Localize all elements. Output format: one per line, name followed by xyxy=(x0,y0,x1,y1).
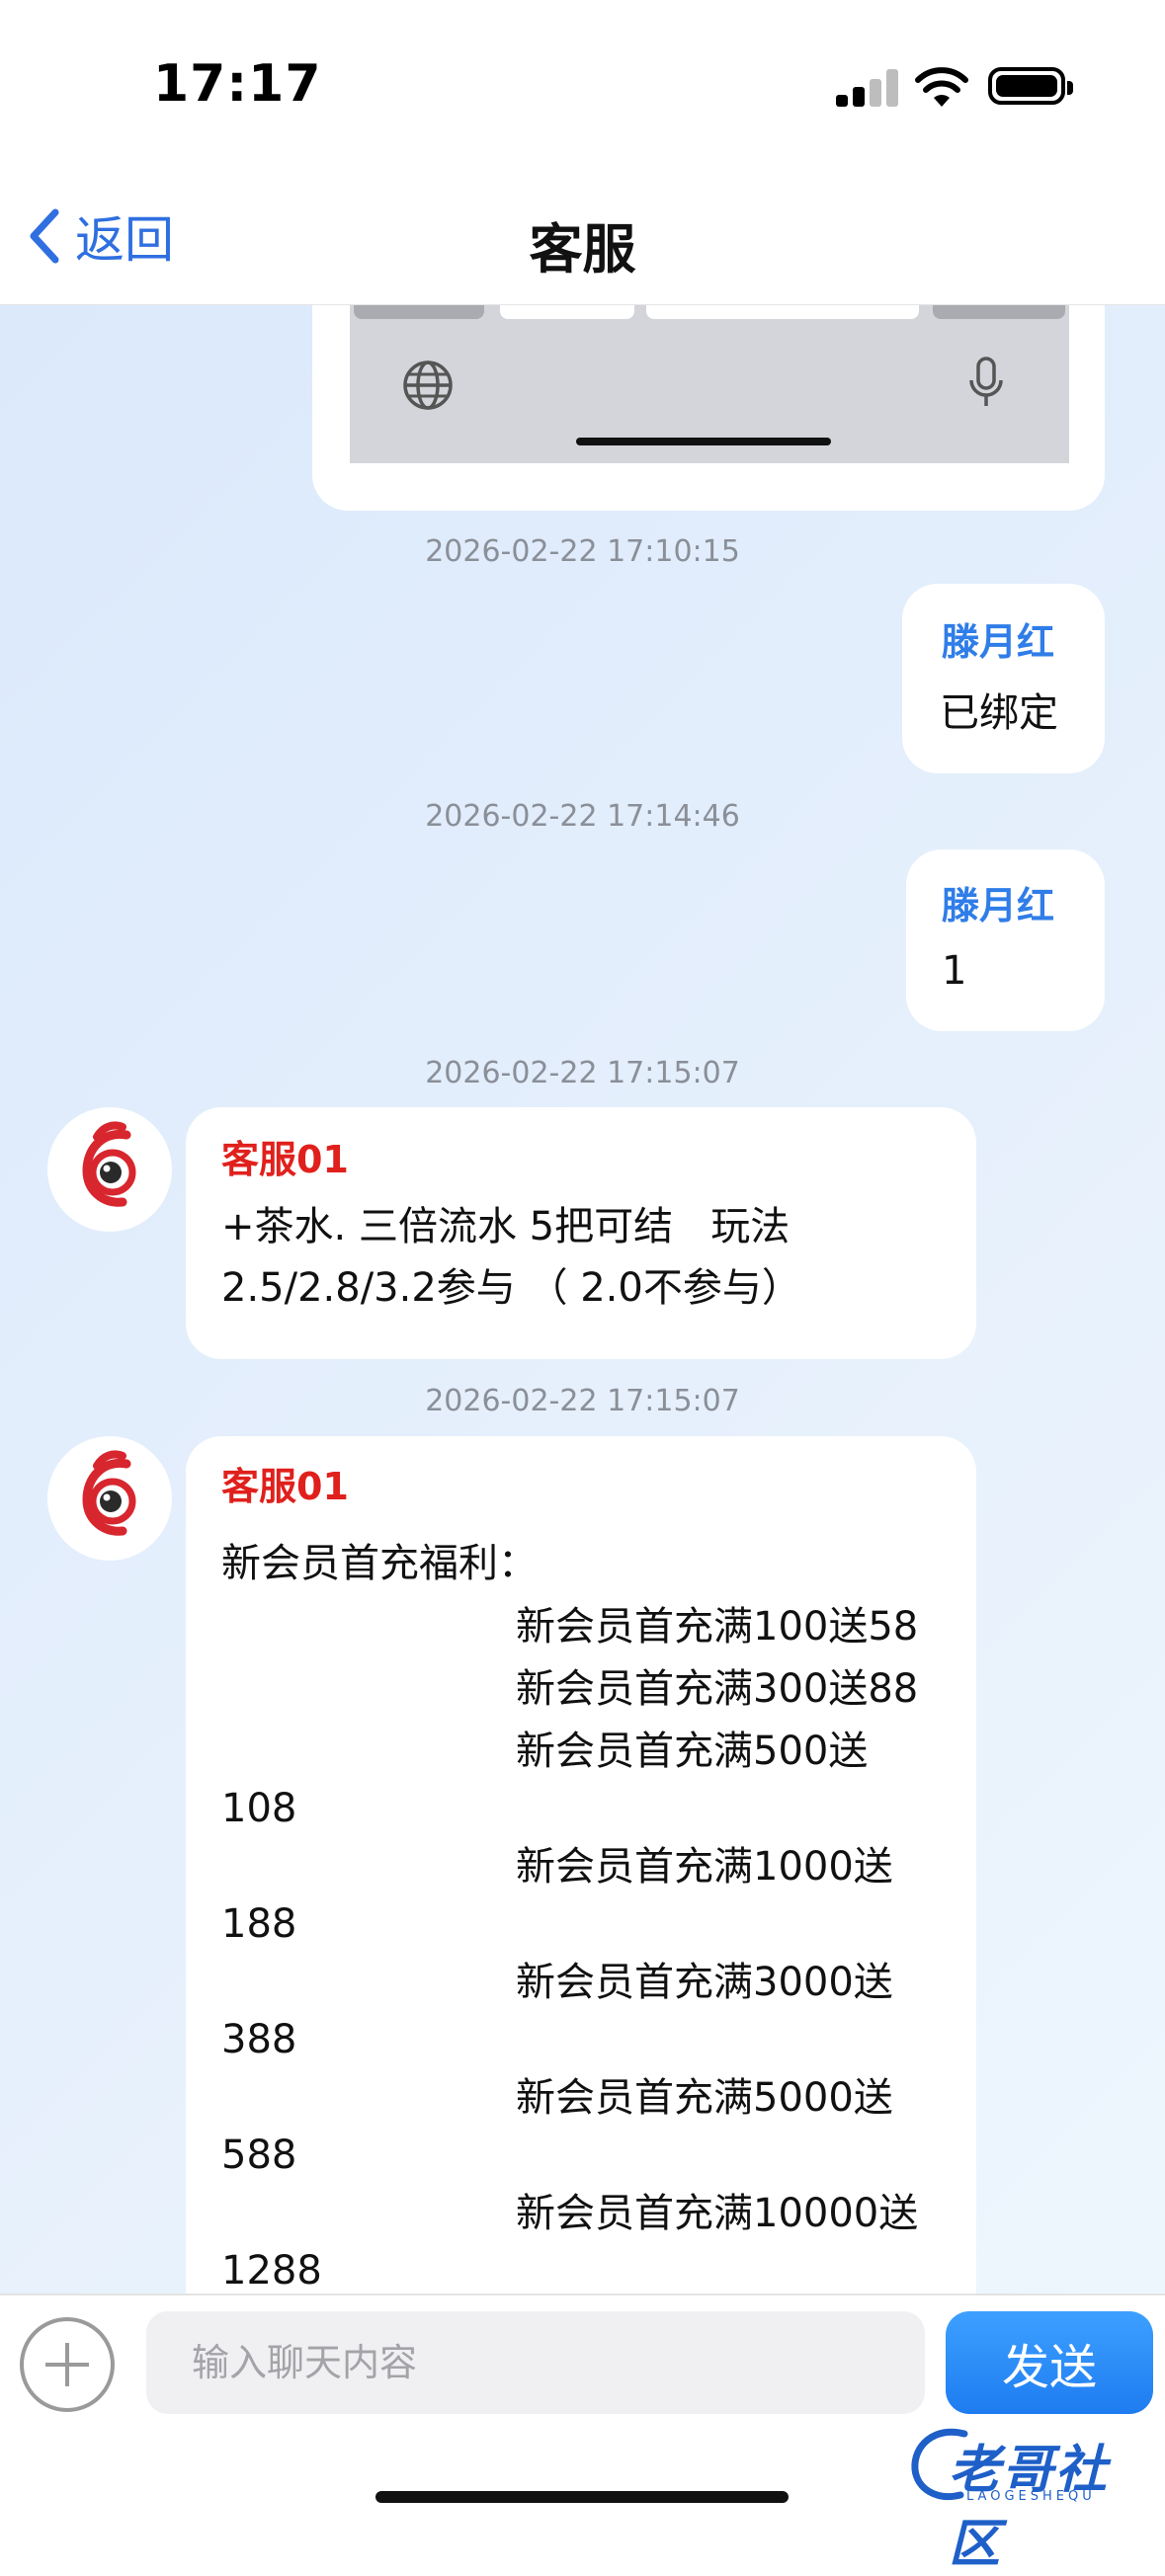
message-timestamp: 2026-02-22 17:15:07 xyxy=(425,1056,740,1090)
message-line: 新会员首充满100送58 xyxy=(516,1604,919,1650)
home-indicator xyxy=(375,2491,789,2503)
message-line: 新会员首充福利： xyxy=(221,1541,538,1586)
message-text: 已绑定 xyxy=(940,690,1058,736)
add-attachment-button[interactable] xyxy=(20,2317,115,2412)
cellular-signal-icon xyxy=(836,69,899,107)
nav-bar: 返回 客服 xyxy=(0,168,1165,306)
message-text: 1 xyxy=(942,948,967,994)
status-bar: 17:17 xyxy=(0,0,1165,168)
agent-avatar[interactable] xyxy=(47,1107,172,1232)
message-line: 新会员首充满1000送 xyxy=(516,1844,893,1890)
microphone-icon xyxy=(969,357,1003,406)
message-line: 新会员首充满500送 xyxy=(516,1729,869,1774)
message-text: +茶水. 三倍流水 5把可结 玩法 2.5/2.8/3.2参与 （ 2.0不参与… xyxy=(221,1204,801,1311)
agent-logo-icon xyxy=(82,1450,136,1536)
input-bar: 发送 老哥社区 LAOGESHEQU xyxy=(0,2294,1165,2574)
message-line: 新会员首充满300送88 xyxy=(516,1666,919,1712)
message-sender: 滕月红 xyxy=(942,884,1055,927)
outgoing-message-bubble[interactable]: 滕月红 1 xyxy=(906,849,1105,1031)
incoming-message-bubble[interactable]: 客服01 新会员首充福利： 新会员首充满100送58 新会员首充满300送88 … xyxy=(186,1436,976,2294)
image-message-keyboard-screenshot[interactable] xyxy=(312,305,1105,511)
message-line: 188 xyxy=(221,1901,297,1947)
battery-icon xyxy=(988,67,1073,105)
message-sender: 客服01 xyxy=(221,1465,349,1508)
message-timestamp: 2026-02-22 17:10:15 xyxy=(425,534,740,569)
outgoing-message-bubble[interactable]: 滕月红 已绑定 xyxy=(902,584,1105,773)
message-line: 588 xyxy=(221,2133,297,2178)
chat-input[interactable] xyxy=(146,2311,925,2414)
message-line: 新会员首充满5000送 xyxy=(516,2075,893,2121)
agent-avatar[interactable] xyxy=(47,1436,172,1561)
message-timestamp: 2026-02-22 17:14:46 xyxy=(425,799,740,834)
wifi-icon xyxy=(915,67,968,107)
send-button[interactable]: 发送 xyxy=(946,2311,1153,2414)
message-line: 388 xyxy=(221,2017,297,2062)
message-line: 新会员首充满10000送 xyxy=(516,2191,919,2236)
message-line: 1288 xyxy=(221,2248,322,2294)
message-timestamp: 2026-02-22 17:15:07 xyxy=(425,1384,740,1418)
message-line: 新会员首充满3000送 xyxy=(516,1960,893,2005)
incoming-message-bubble[interactable]: 客服01 +茶水. 三倍流水 5把可结 玩法 2.5/2.8/3.2参与 （ 2… xyxy=(186,1107,976,1359)
chat-message-list[interactable]: 2026-02-22 17:10:15 滕月红 已绑定 2026-02-22 1… xyxy=(0,305,1165,2294)
message-line: 108 xyxy=(221,1786,297,1831)
keyboard-screenshot xyxy=(350,305,1069,463)
message-sender: 滕月红 xyxy=(942,620,1055,664)
agent-logo-icon xyxy=(82,1121,136,1207)
page-title: 客服 xyxy=(529,218,636,281)
globe-icon xyxy=(403,361,453,410)
keyboard-home-indicator xyxy=(576,438,831,445)
message-sender: 客服01 xyxy=(221,1138,349,1181)
status-time: 17:17 xyxy=(153,54,322,114)
watermark-logo: 老哥社区 LAOGESHEQU xyxy=(905,2420,1152,2574)
